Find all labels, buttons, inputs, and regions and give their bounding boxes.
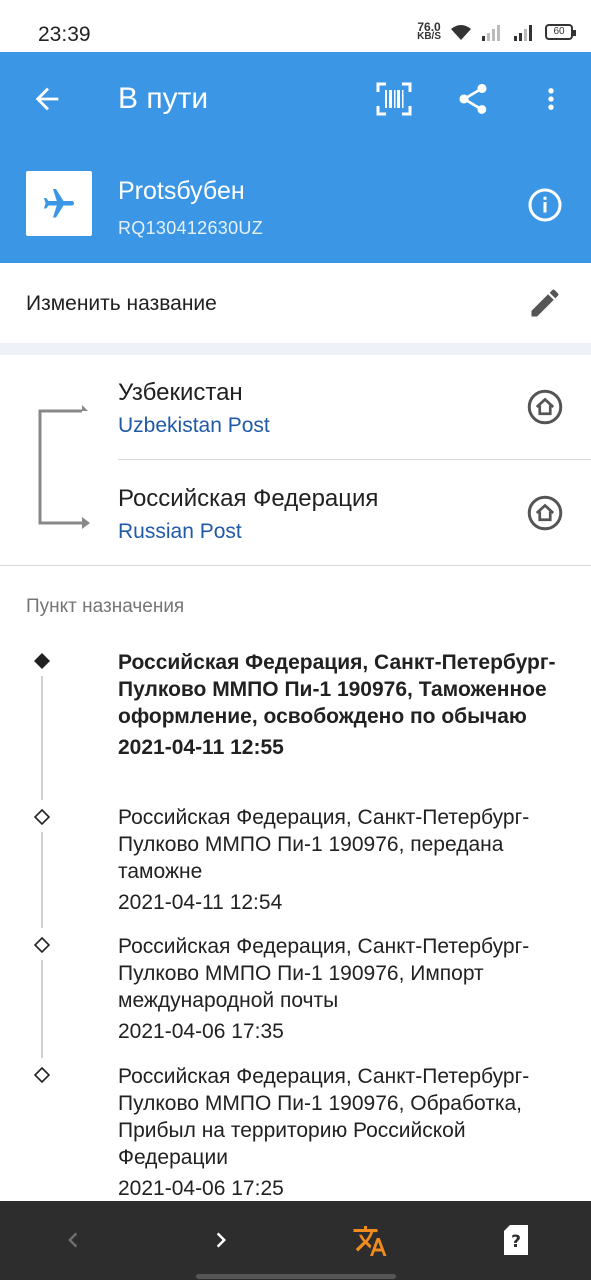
status-time: 23:39	[38, 23, 91, 46]
barcode-scan-icon[interactable]	[376, 82, 412, 116]
package-type-badge	[26, 171, 92, 236]
bottom-toolbar: ?	[0, 1201, 591, 1280]
airplane-icon	[44, 188, 74, 217]
info-icon[interactable]	[527, 187, 563, 223]
network-speed-unit: KB/S	[417, 31, 441, 42]
svg-text:?: ?	[511, 1232, 521, 1252]
status-icons: 76.0 KB/S 60	[417, 21, 576, 42]
package-name[interactable]: Protsбубен	[118, 177, 245, 206]
event-time: 2021-04-11 12:54	[118, 891, 283, 914]
tracking-event[interactable]: Российская Федерация, Санкт-Петербург-Пу…	[118, 1063, 558, 1202]
event-location: Российская Федерация, Санкт-Петербург-Пу…	[118, 935, 530, 1012]
timeline-marker-icon	[34, 937, 50, 953]
event-time: 2021-04-06 17:25	[118, 1177, 284, 1200]
battery-indicator: 60	[545, 24, 576, 40]
route-divider	[118, 459, 591, 460]
edit-pencil-icon[interactable]	[527, 285, 563, 321]
tracking-event[interactable]: Российская Федерация, Санкт-Петербург-Пу…	[118, 649, 558, 761]
event-location: Российская Федерация, Санкт-Петербург-Пу…	[118, 1065, 530, 1169]
timeline-marker-icon	[34, 809, 50, 825]
back-arrow-icon[interactable]	[30, 82, 64, 116]
section-title: Пункт назначения	[26, 596, 185, 617]
destination-country: Российская Федерация	[118, 485, 379, 512]
timeline-line	[41, 676, 43, 800]
event-location: Российская Федерация, Санкт-Петербург-Пу…	[118, 651, 556, 728]
tracking-number[interactable]: RQ130412630UZ	[118, 218, 263, 239]
wifi-icon	[451, 25, 471, 40]
status-bar: 23:39 76.0 KB/S 60	[0, 0, 591, 52]
route-card: Узбекистан Uzbekistan Post Российская Фе…	[0, 355, 591, 566]
home-outline-icon[interactable]	[527, 389, 563, 425]
event-time: 2021-04-06 17:35	[118, 1020, 284, 1043]
rename-label: Изменить название	[26, 292, 217, 315]
page-title: В пути	[118, 82, 209, 115]
event-time: 2021-04-11 12:55	[118, 736, 284, 759]
share-icon[interactable]	[455, 80, 491, 118]
timeline-marker-icon	[34, 1067, 50, 1083]
app-bar: В пути Protsбубен RQ130412630UZ	[0, 52, 591, 263]
timeline-line	[41, 960, 43, 1058]
network-speed: 76.0 KB/S	[417, 21, 441, 42]
home-indicator	[196, 1274, 396, 1279]
destination-post-link[interactable]: Russian Post	[118, 520, 242, 544]
origin-country: Узбекистан	[118, 379, 243, 406]
signal-icon-2	[514, 25, 532, 41]
help-card-icon[interactable]: ?	[502, 1223, 530, 1257]
section-gap	[0, 343, 591, 355]
signal-icon	[482, 25, 500, 41]
rename-row[interactable]: Изменить название	[0, 263, 591, 343]
more-vert-icon[interactable]	[537, 82, 565, 116]
origin-post-link[interactable]: Uzbekistan Post	[118, 414, 270, 438]
chevron-left-icon[interactable]	[58, 1225, 88, 1255]
tracking-event[interactable]: Российская Федерация, Санкт-Петербург-Пу…	[118, 804, 558, 916]
tracking-event[interactable]: Российская Федерация, Санкт-Петербург-Пу…	[118, 933, 558, 1045]
section-divider	[0, 565, 591, 566]
home-outline-icon[interactable]	[527, 495, 563, 531]
timeline-line	[41, 832, 43, 928]
timeline-marker-current-icon	[34, 653, 50, 669]
route-bracket-icon	[38, 405, 90, 529]
translate-icon[interactable]	[352, 1223, 388, 1259]
event-location: Российская Федерация, Санкт-Петербург-Пу…	[118, 806, 530, 883]
chevron-right-icon[interactable]	[206, 1225, 236, 1255]
